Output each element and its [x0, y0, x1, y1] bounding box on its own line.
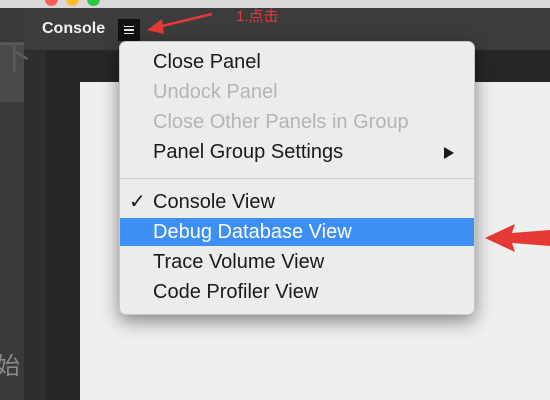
menu-item-code-profiler-view[interactable]: Code Profiler View — [120, 278, 474, 306]
screenshot-stage: 下 始 Console 1.点击 Close Panel Undock Pane… — [0, 0, 550, 400]
menu-item-console-view[interactable]: ✓ Console View — [120, 188, 474, 216]
menu-item-label: Code Profiler View — [153, 281, 319, 303]
menu-item-label: Debug Database View — [153, 221, 352, 243]
menu-separator — [120, 178, 474, 179]
annotation-arrow-right — [485, 224, 550, 252]
menu-item-label: Undock Panel — [153, 81, 278, 103]
menu-item-label: Console View — [153, 191, 275, 213]
menu-item-undock-panel: Undock Panel — [120, 78, 474, 106]
menu-item-panel-group-settings[interactable]: Panel Group Settings — [120, 138, 474, 166]
submenu-arrow-icon — [444, 147, 454, 159]
menu-item-label: Panel Group Settings — [153, 141, 344, 163]
panel-context-menu: Close Panel Undock Panel Close Other Pan… — [119, 41, 475, 315]
menu-item-close-panel[interactable]: Close Panel — [120, 48, 474, 76]
menu-item-label: Close Other Panels in Group — [153, 111, 409, 133]
menu-item-close-other-panels: Close Other Panels in Group — [120, 108, 474, 136]
menu-item-debug-database-view[interactable]: Debug Database View — [120, 218, 474, 246]
menu-item-label: Close Panel — [153, 51, 261, 73]
menu-item-trace-volume-view[interactable]: Trace Volume View — [120, 248, 474, 276]
checkmark-icon: ✓ — [129, 191, 146, 213]
annotation-arrow-top — [147, 12, 213, 34]
menu-item-label: Trace Volume View — [153, 251, 325, 273]
